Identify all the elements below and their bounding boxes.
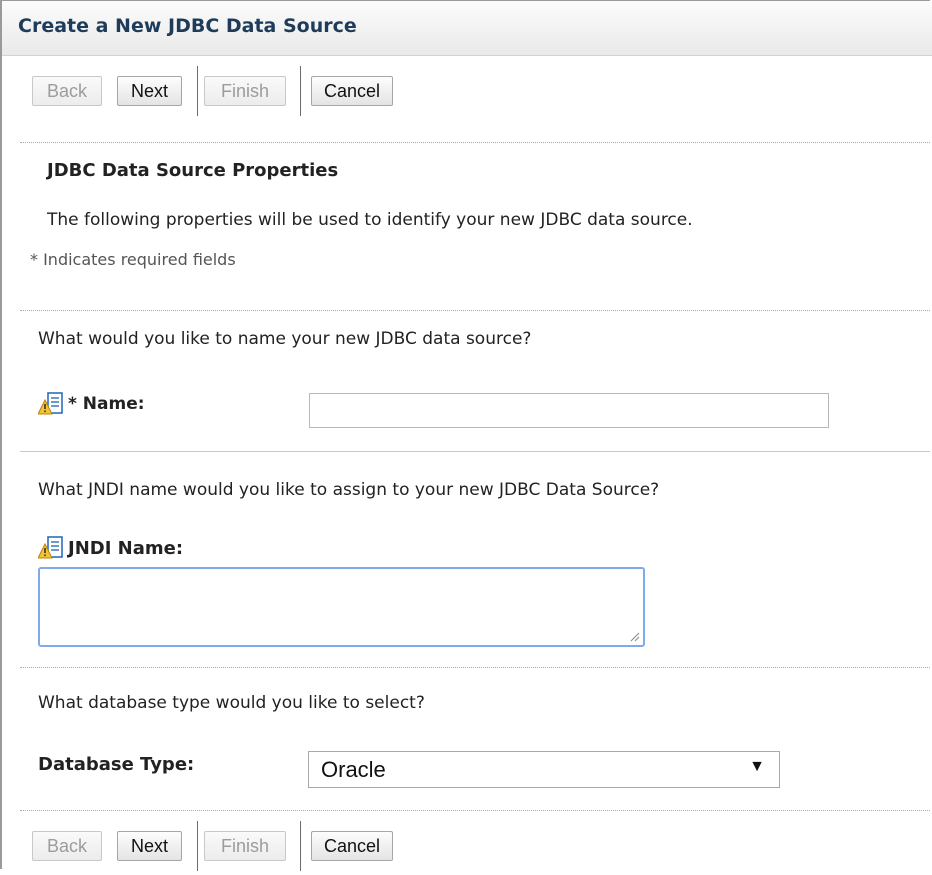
database-type-value: Oracle — [321, 757, 386, 782]
toolbar-separator — [300, 66, 301, 116]
db-type-label: Database Type: — [38, 754, 195, 775]
warning-info-icon — [38, 392, 63, 415]
divider — [20, 667, 930, 668]
page-title: Create a New JDBC Data Source — [18, 15, 357, 37]
toolbar-separator — [197, 66, 198, 116]
finish-button[interactable]: Finish — [204, 76, 286, 106]
required-note: * Indicates required fields — [30, 250, 236, 269]
section-heading: JDBC Data Source Properties — [47, 160, 339, 181]
finish-button[interactable]: Finish — [204, 831, 286, 861]
back-button[interactable]: Back — [32, 76, 102, 106]
jndi-name-textarea[interactable] — [38, 567, 645, 647]
divider — [20, 451, 930, 452]
next-button[interactable]: Next — [117, 831, 182, 861]
top-button-bar: Back Next Finish Cancel — [0, 66, 500, 120]
cancel-button[interactable]: Cancel — [311, 76, 393, 106]
toolbar-separator — [300, 821, 301, 871]
divider — [20, 142, 930, 143]
name-question: What would you like to name your new JDB… — [38, 329, 532, 349]
cancel-button[interactable]: Cancel — [311, 831, 393, 861]
db-type-question: What database type would you like to sel… — [38, 693, 425, 713]
toolbar-separator — [197, 821, 198, 871]
warning-info-icon — [38, 536, 63, 559]
section-description: The following properties will be used to… — [47, 210, 693, 230]
name-input[interactable] — [309, 393, 829, 428]
name-label: * Name: — [68, 394, 145, 414]
dropdown-arrow-icon: ▼ — [749, 758, 765, 775]
next-button[interactable]: Next — [117, 76, 182, 106]
jndi-question: What JNDI name would you like to assign … — [38, 480, 660, 500]
jndi-label: JNDI Name: — [68, 538, 184, 559]
title-bar: Create a New JDBC Data Source — [2, 1, 932, 56]
back-button[interactable]: Back — [32, 831, 102, 861]
bottom-button-bar: Back Next Finish Cancel — [0, 821, 500, 875]
divider — [20, 310, 930, 311]
window-frame — [0, 0, 930, 869]
resize-grip-icon[interactable] — [628, 630, 640, 642]
database-type-select[interactable]: Oracle ▼ — [308, 751, 780, 788]
divider — [20, 810, 930, 811]
